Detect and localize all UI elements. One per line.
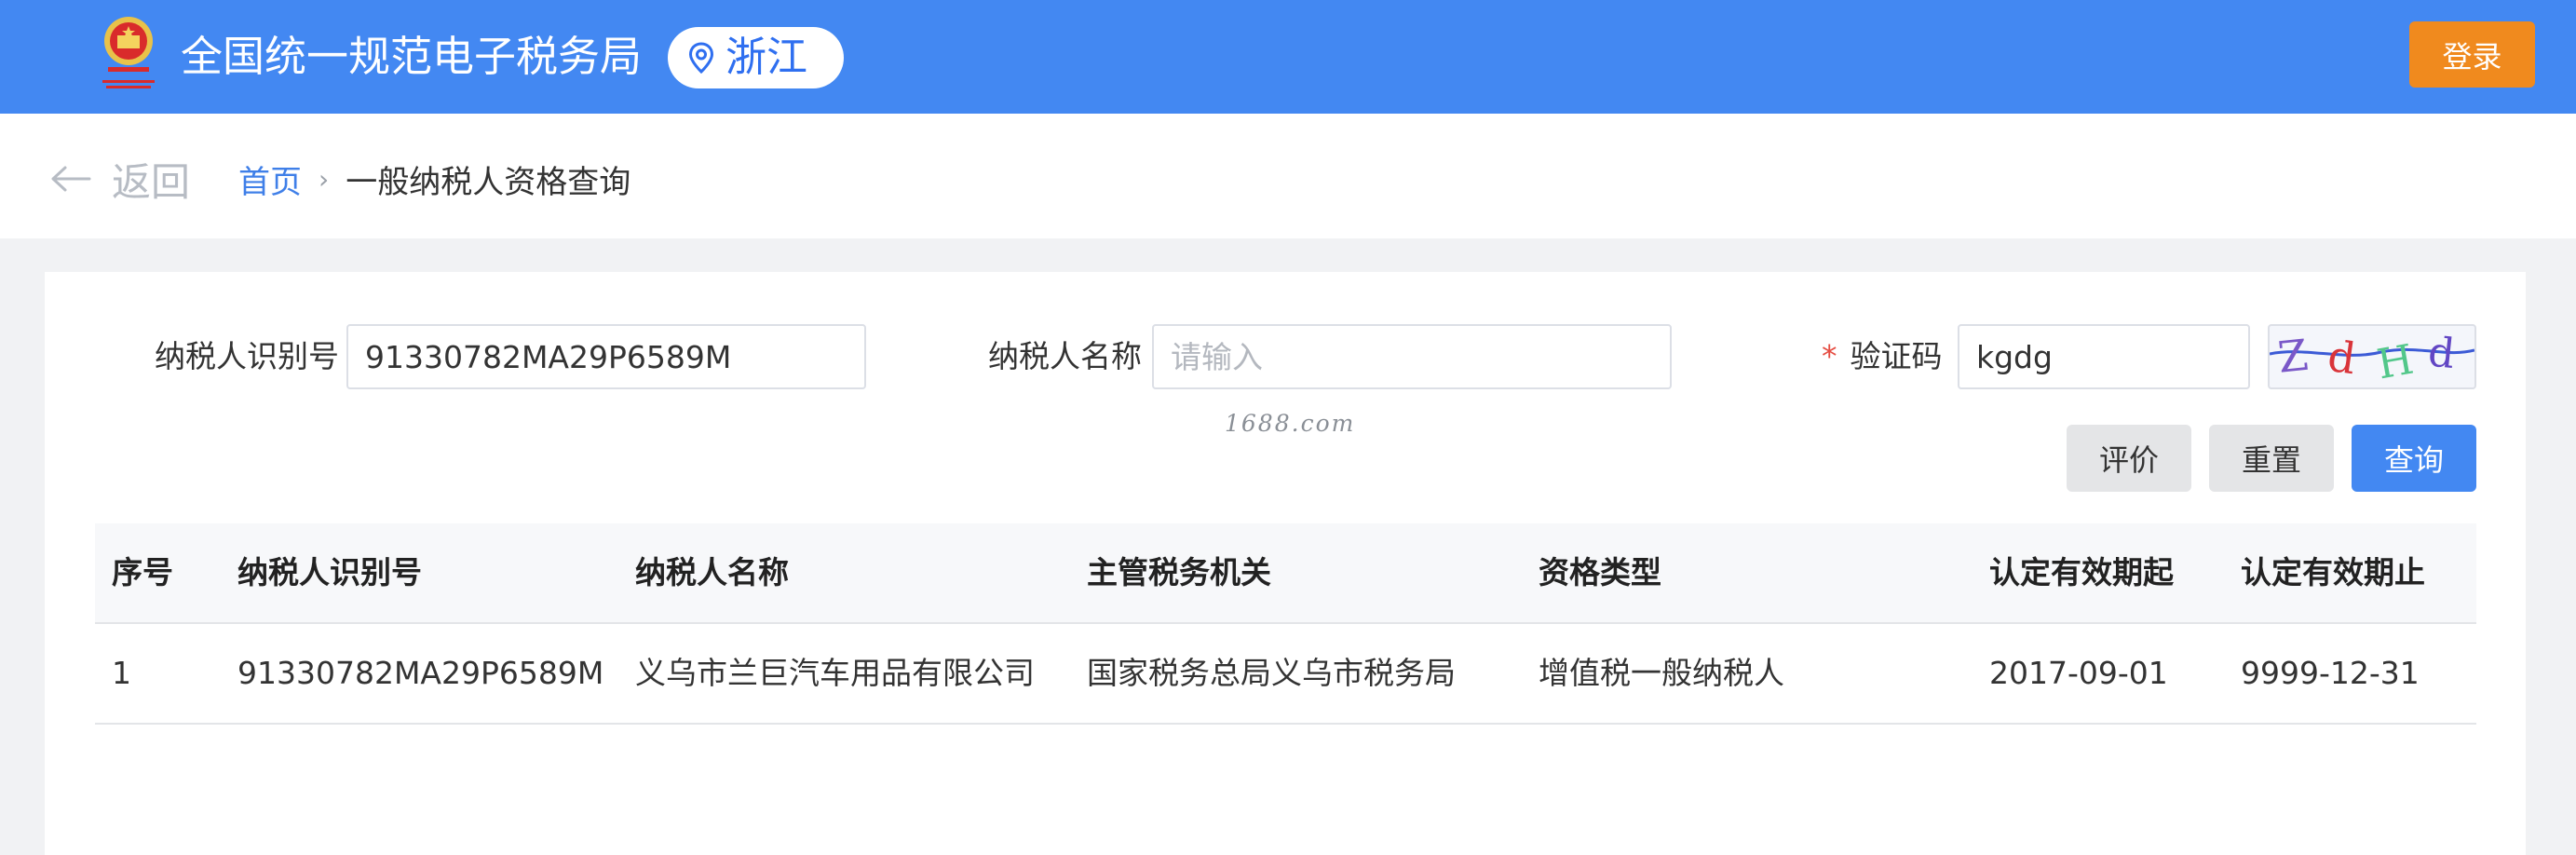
back-button[interactable]: 返回 bbox=[50, 151, 190, 207]
column-header: 资格类型 bbox=[1539, 554, 1661, 590]
breadcrumb-current: 一般纳税人资格查询 bbox=[346, 163, 631, 201]
taxpayer-name-label: 纳税人名称 bbox=[988, 338, 1142, 374]
site-title: 全国统一规范电子税务局 bbox=[181, 32, 643, 81]
results-table: 序号 纳税人识别号 纳税人名称 主管税务机关 资格类型 认定有效期起 认定有效期… bbox=[95, 523, 2476, 725]
captcha-char: H bbox=[2374, 336, 2418, 387]
region-label: 浙江 bbox=[725, 34, 807, 81]
table-cell: 91330782MA29P6589M bbox=[237, 655, 604, 691]
top-header: 全国统一规范电子税务局 浙江 登录 bbox=[0, 0, 2576, 114]
breadcrumb-home-link[interactable]: 首页 bbox=[238, 156, 302, 202]
breadcrumb-bar: 返回 首页 › 一般纳税人资格查询 bbox=[0, 114, 2576, 238]
taxpayer-id-input[interactable] bbox=[346, 324, 866, 389]
captcha-label-group: * 验证码 bbox=[1822, 324, 1943, 389]
column-header: 认定有效期止 bbox=[2241, 554, 2425, 590]
table-header: 序号 纳税人识别号 纳税人名称 主管税务机关 资格类型 认定有效期起 认定有效期… bbox=[95, 523, 2476, 624]
column-header: 序号 bbox=[112, 554, 173, 590]
captcha-graphic: Z d H d bbox=[2270, 328, 2474, 387]
captcha-char: d bbox=[2325, 331, 2359, 385]
table-cell: 义乌市兰巨汽车用品有限公司 bbox=[635, 655, 1035, 691]
region-selector[interactable]: 浙江 bbox=[668, 27, 844, 88]
breadcrumb: 首页 › 一般纳税人资格查询 bbox=[238, 155, 630, 203]
captcha-label: 验证码 bbox=[1850, 338, 1943, 374]
required-mark: * bbox=[1822, 338, 1837, 374]
taxpayer-name-input[interactable] bbox=[1152, 324, 1672, 389]
arrow-left-icon bbox=[51, 166, 91, 192]
query-panel: 纳税人识别号 纳税人名称 * 验证码 Z d H d 1688.com 评价 重置… bbox=[45, 272, 2526, 855]
breadcrumb-separator: › bbox=[319, 163, 330, 195]
captcha-char: Z bbox=[2275, 330, 2310, 383]
location-pin-icon bbox=[688, 42, 714, 74]
rate-button[interactable]: 评价 bbox=[2067, 425, 2191, 492]
table-cell: 国家税务总局义乌市税务局 bbox=[1087, 655, 1456, 691]
watermark: 1688.com bbox=[1225, 410, 1356, 437]
captcha-image[interactable]: Z d H d bbox=[2268, 324, 2476, 389]
column-header: 纳税人名称 bbox=[635, 554, 789, 590]
query-button[interactable]: 查询 bbox=[2352, 425, 2476, 492]
table-row[interactable]: 1 91330782MA29P6589M 义乌市兰巨汽车用品有限公司 国家税务总… bbox=[95, 624, 2476, 725]
table-cell: 1 bbox=[112, 655, 131, 691]
reset-button[interactable]: 重置 bbox=[2209, 425, 2334, 492]
column-header: 认定有效期起 bbox=[1989, 554, 2174, 590]
national-emblem-icon bbox=[102, 17, 155, 88]
back-label: 返回 bbox=[112, 158, 191, 205]
table-cell: 9999-12-31 bbox=[2241, 655, 2420, 691]
column-header: 纳税人识别号 bbox=[237, 554, 422, 590]
column-header: 主管税务机关 bbox=[1087, 554, 1271, 590]
login-button[interactable]: 登录 bbox=[2409, 21, 2535, 88]
table-cell: 2017-09-01 bbox=[1989, 655, 2168, 691]
table-cell: 增值税一般纳税人 bbox=[1539, 655, 1784, 691]
captcha-char: d bbox=[2426, 328, 2457, 378]
taxpayer-id-label: 纳税人识别号 bbox=[155, 338, 339, 374]
captcha-input[interactable] bbox=[1958, 324, 2250, 389]
